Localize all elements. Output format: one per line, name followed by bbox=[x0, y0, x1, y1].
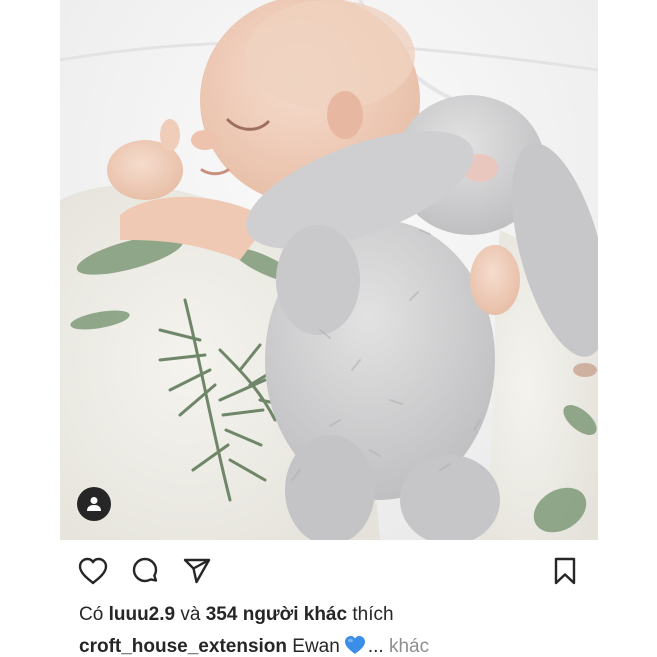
instagram-post: Có luuu2.9 và 354 người khác thích croft… bbox=[0, 0, 657, 657]
user-tag-icon bbox=[87, 497, 101, 511]
likes-summary: Có luuu2.9 và 354 người khác thích bbox=[79, 603, 394, 627]
caption-ellipsis: ... bbox=[367, 636, 384, 657]
liker-username-link[interactable]: luuu2.9 bbox=[109, 604, 176, 625]
heart-outline-icon bbox=[78, 557, 108, 585]
paper-plane-icon bbox=[183, 558, 211, 584]
post-action-bar bbox=[60, 550, 598, 590]
other-likers-link[interactable]: 354 người khác bbox=[206, 604, 347, 625]
comment-button[interactable] bbox=[128, 554, 162, 588]
bookmark-icon bbox=[554, 557, 576, 585]
likes-prefix: Có bbox=[79, 604, 104, 625]
likes-suffix: thích bbox=[352, 604, 394, 625]
comment-icon bbox=[132, 557, 158, 583]
save-button[interactable] bbox=[548, 554, 582, 588]
likes-conjunction: và bbox=[180, 604, 201, 625]
caption-more-link[interactable]: khác bbox=[389, 636, 429, 657]
caption-username-link[interactable]: croft_house_extension bbox=[79, 636, 287, 657]
post-caption: croft_house_extension Ewan... khác bbox=[79, 635, 429, 657]
share-button[interactable] bbox=[180, 554, 214, 588]
user-tag-button[interactable] bbox=[77, 487, 111, 521]
blue-heart-icon bbox=[344, 635, 366, 657]
baby-with-plush-bunny-image bbox=[60, 0, 598, 540]
like-button[interactable] bbox=[76, 554, 110, 588]
post-photo[interactable] bbox=[60, 0, 598, 540]
caption-text: Ewan bbox=[292, 636, 340, 657]
